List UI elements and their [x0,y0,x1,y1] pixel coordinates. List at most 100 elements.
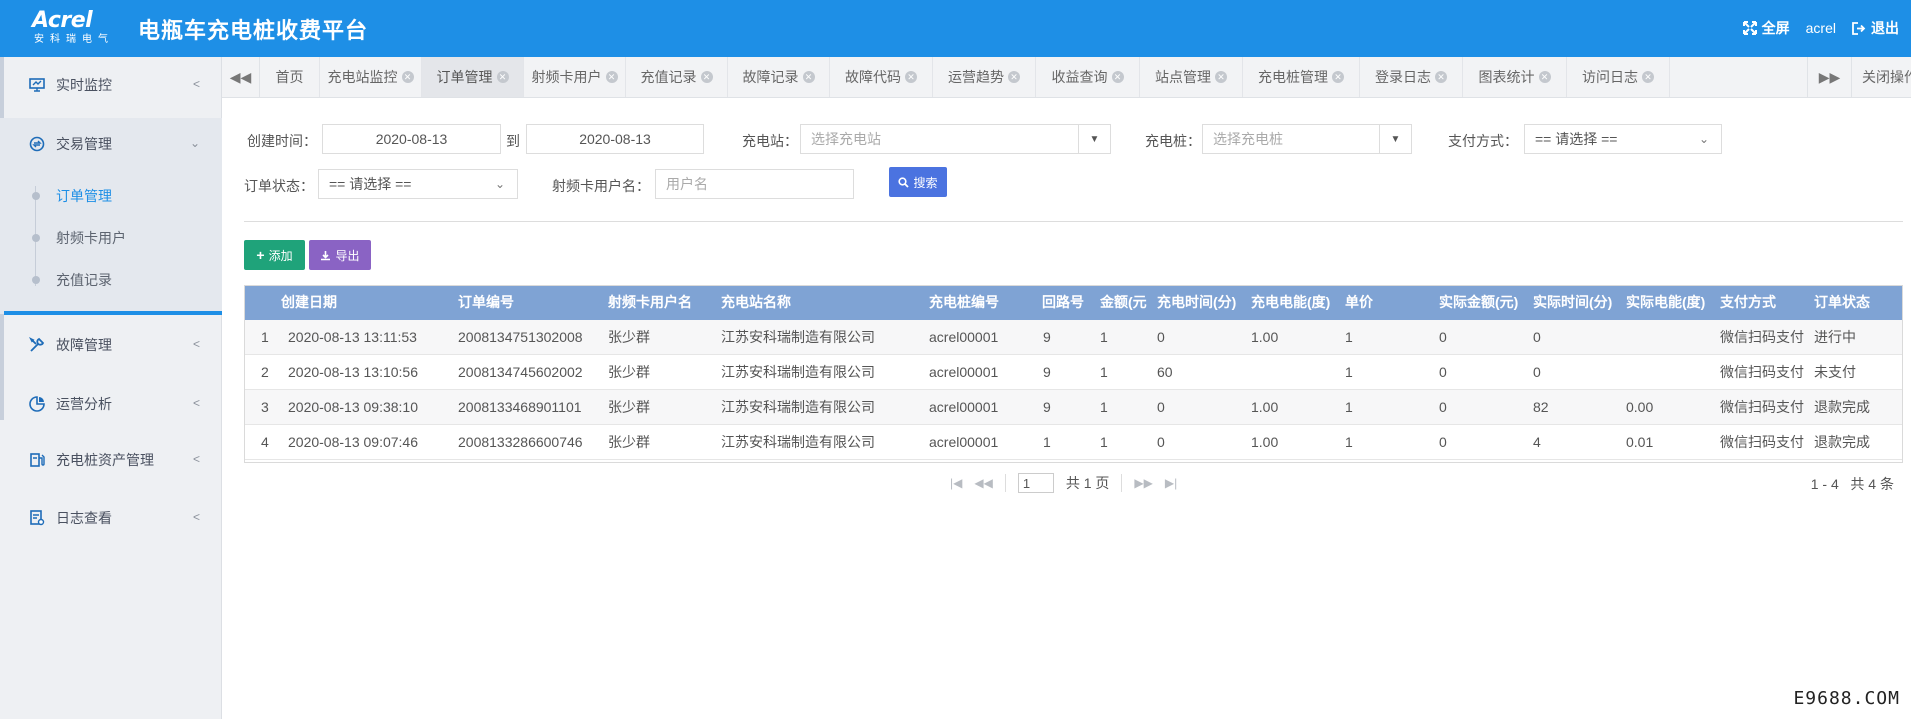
submenu-label: 充值记录 [56,272,112,288]
chevron-down-icon: ⌄ [189,136,200,150]
close-icon[interactable]: ✕ [1538,71,1551,83]
station-select[interactable]: 选择充电站 ▼ [800,124,1111,154]
col-header[interactable]: 充电电能(度) [1251,285,1330,320]
col-header[interactable]: 单价 [1345,285,1373,320]
caret-down-icon[interactable]: ▼ [1379,125,1411,153]
col-header[interactable]: 订单编号 [458,285,514,320]
order-status-select[interactable]: == 请选择 == ⌄ [318,169,518,199]
table-header: 创建日期 订单编号 射频卡用户名 充电站名称 充电桩编号 回路号 金额(元 充电… [244,285,1903,320]
cell-charge-time: 0 [1157,329,1165,345]
tab-close-operations[interactable]: 关闭操作 [1851,57,1911,97]
card-user-input[interactable]: 用户名 [655,169,854,199]
tab-rf-card-users[interactable]: 射频卡用户 ✕ [524,57,626,97]
card-user-label: 射频卡用户名： [552,178,650,194]
close-icon[interactable]: ✕ [605,71,618,83]
pay-method-select[interactable]: == 请选择 == ⌄ [1524,124,1722,154]
col-header[interactable]: 支付方式 [1720,285,1776,320]
prev-page-icon[interactable]: ◀◀ [974,476,992,490]
tab-order-management[interactable]: 订单管理 ✕ [422,57,524,97]
tab-prev-button[interactable]: ◀◀ [222,57,260,97]
close-icon[interactable]: ✕ [1642,71,1654,83]
close-icon[interactable]: ✕ [1111,71,1124,83]
close-icon[interactable]: ✕ [1008,71,1020,83]
close-icon[interactable]: ✕ [1435,71,1447,83]
first-page-icon[interactable]: |◀ [950,476,962,490]
table-row[interactable]: 2 2020-08-13 13:10:56 2008134745602002 张… [244,355,1903,390]
cell-index: 2 [261,364,269,380]
pagination: |◀ ◀◀ 共 1 页 ▶▶ ▶| [950,472,1177,494]
tab-site-management[interactable]: 站点管理 ✕ [1140,57,1243,97]
close-icon[interactable]: ✕ [802,71,815,83]
sidebar-item-trade-management[interactable]: 交易管理 ⌄ [0,116,222,172]
tab-revenue-query[interactable]: 收益查询 ✕ [1036,57,1140,97]
table-row[interactable]: 3 2020-08-13 09:38:10 2008133468901101 张… [244,390,1903,425]
tab-home[interactable]: 首页 [260,57,320,97]
app-title: 电瓶车充电桩收费平台 [138,18,369,43]
page-number-input[interactable] [1017,473,1054,493]
col-header[interactable]: 订单状态 [1814,285,1870,320]
sidebar-item-fault-management[interactable]: 故障管理 < [0,317,222,373]
export-button[interactable]: 导出 [309,240,371,270]
sidebar-item-log-view[interactable]: 日志查看 < [0,490,222,546]
submenu-order-management[interactable]: 订单管理 [0,175,222,217]
col-header[interactable]: 金额(元 [1100,285,1148,320]
sidebar-item-operation-analysis[interactable]: 运营分析 < [0,376,222,432]
col-header[interactable]: 创建日期 [281,285,337,320]
tab-chart-statistics[interactable]: 图表统计 ✕ [1463,57,1567,97]
close-icon[interactable]: ✕ [496,71,509,83]
close-icon[interactable]: ✕ [401,71,414,83]
card-user-placeholder: 用户名 [666,176,708,192]
pile-select[interactable]: 选择充电桩 ▼ [1202,124,1412,154]
tab-fault-records[interactable]: 故障记录 ✕ [728,57,830,97]
logout-icon [1852,21,1866,35]
col-header[interactable]: 实际电能(度) [1626,285,1705,320]
close-icon[interactable]: ✕ [905,71,917,83]
next-page-icon[interactable]: ▶▶ [1134,476,1152,490]
col-header[interactable]: 射频卡用户名 [608,285,692,320]
sidebar-separator [4,311,222,315]
table-row[interactable]: 1 2020-08-13 13:11:53 2008134751302008 张… [244,320,1903,355]
col-header[interactable]: 回路号 [1042,285,1084,320]
date-to-field[interactable]: 2020-08-13 [526,124,704,154]
cell-charge-time: 0 [1157,399,1165,415]
tab-operation-trends[interactable]: 运营趋势 ✕ [933,57,1036,97]
tab-next-button[interactable]: ▶▶ [1807,57,1851,97]
tab-login-logs[interactable]: 登录日志 ✕ [1360,57,1463,97]
search-button[interactable]: 搜索 [889,167,947,197]
pay-method-value: == 请选择 == [1535,131,1618,147]
sidebar-item-label: 运营分析 [56,396,112,412]
tab-recharge-records[interactable]: 充值记录 ✕ [626,57,728,97]
table-row[interactable]: 4 2020-08-13 09:07:46 2008133286600746 张… [244,425,1903,460]
col-header[interactable]: 充电桩编号 [929,285,999,320]
sidebar-item-realtime-monitor[interactable]: 实时监控 < [0,57,222,113]
sidebar-item-charger-assets[interactable]: 充电桩资产管理 < [0,432,222,488]
col-header[interactable]: 充电站名称 [721,285,791,320]
date-from-field[interactable]: 2020-08-13 [322,124,501,154]
user-name[interactable]: acrel [1806,20,1836,36]
fullscreen-button[interactable]: 全屏 [1742,18,1790,38]
cell-actual-time: 0 [1533,329,1541,345]
last-page-icon[interactable]: ▶| [1165,476,1177,490]
cell-card-user: 张少群 [608,329,650,345]
close-icon[interactable]: ✕ [700,71,713,83]
close-icon[interactable]: ✕ [1215,71,1227,83]
cell-loop: 1 [1043,434,1051,450]
submenu-recharge-records[interactable]: 充值记录 [0,259,222,301]
col-header[interactable]: 实际金额(元) [1439,285,1518,320]
logout-button[interactable]: 退出 [1852,18,1899,38]
tab-fault-codes[interactable]: 故障代码 ✕ [830,57,933,97]
col-header[interactable]: 充电时间(分) [1157,285,1236,320]
double-right-icon: ▶▶ [1818,68,1841,85]
add-button[interactable]: + 添加 [244,240,305,270]
cell-actual-time: 4 [1533,434,1541,450]
tab-station-monitor[interactable]: 充电站监控 ✕ [320,57,422,97]
submenu-rf-card-users[interactable]: 射频卡用户 [0,217,222,259]
pager-separator [1121,474,1123,492]
close-icon[interactable]: ✕ [1332,71,1344,83]
caret-down-icon[interactable]: ▼ [1078,125,1110,153]
tab-charger-management[interactable]: 充电桩管理 ✕ [1243,57,1360,97]
tab-label: 首页 [275,69,304,85]
sidebar-item-label: 日志查看 [56,510,112,526]
col-header[interactable]: 实际时间(分) [1533,285,1612,320]
tab-access-logs[interactable]: 访问日志 ✕ [1567,57,1670,97]
